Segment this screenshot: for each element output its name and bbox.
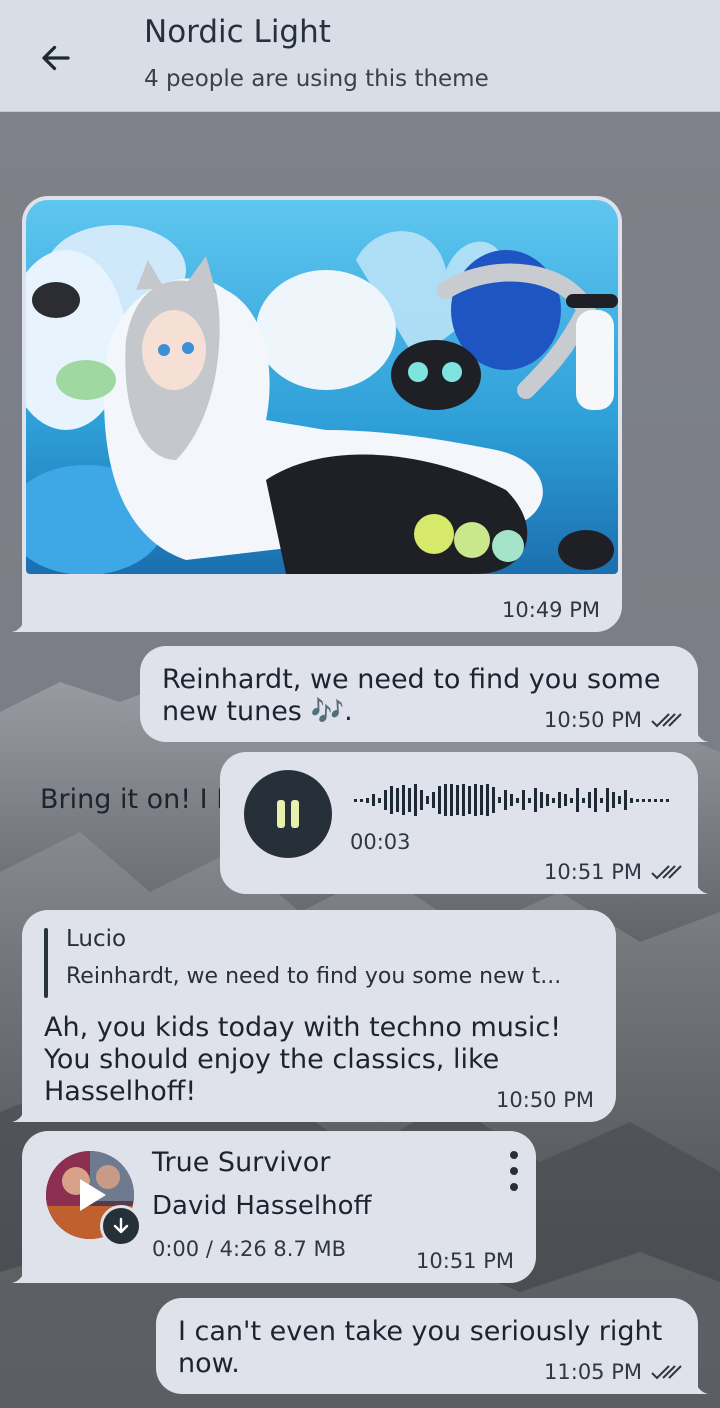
outgoing-text-message[interactable]: Reinhardt, we need to find you some new … xyxy=(140,646,708,742)
bubble-tail xyxy=(12,1108,32,1122)
message-text-line-1: I can't even take you seriously right xyxy=(178,1316,663,1347)
time-label: 10:50 PM xyxy=(496,1088,594,1112)
pause-icon xyxy=(277,800,299,828)
track-artist: David Hasselhoff xyxy=(152,1191,372,1221)
message-text-line-2: now. xyxy=(178,1348,240,1379)
message-text-line-3: Hasselhoff! xyxy=(44,1076,197,1107)
message-time: 11:05 PM xyxy=(544,1360,684,1384)
outgoing-text-message[interactable]: I can't even take you seriously right no… xyxy=(156,1298,708,1394)
double-check-icon xyxy=(651,1365,682,1380)
bubble-tail xyxy=(12,618,32,632)
message-text-line-1: Reinhardt, we need to find you some xyxy=(162,664,661,695)
message-time: 10:49 PM xyxy=(502,598,600,622)
time-label: 10:51 PM xyxy=(416,1249,514,1273)
time-label: 10:49 PM xyxy=(502,598,600,622)
voice-waveform[interactable] xyxy=(354,782,674,818)
double-check-icon xyxy=(651,865,682,880)
reply-quote-bar xyxy=(44,928,48,998)
bubble-tail xyxy=(688,880,708,894)
reply-preview[interactable]: Reinhardt, we need to find you some new … xyxy=(66,964,561,989)
message-time: 10:51 PM xyxy=(544,860,684,884)
theme-title: Nordic Light xyxy=(144,14,331,50)
image-message[interactable]: Bring it on! I LIVE for this! 10:49 PM xyxy=(12,196,622,815)
download-button[interactable] xyxy=(100,1205,142,1247)
time-label: 10:51 PM xyxy=(544,860,642,884)
bubble-tail xyxy=(688,1380,708,1394)
track-title: True Survivor xyxy=(152,1147,331,1178)
double-check-icon xyxy=(651,713,682,728)
message-text-line-2: You should enjoy the classics, like xyxy=(44,1044,500,1075)
message-time: 10:51 PM xyxy=(416,1249,514,1273)
bubble-tail xyxy=(12,1269,32,1283)
theme-usage-count: 4 people are using this theme xyxy=(144,66,489,92)
voice-duration: 00:03 xyxy=(350,830,411,854)
anime-illustration-image[interactable] xyxy=(26,200,618,574)
voice-message[interactable]: 00:03 10:51 PM xyxy=(220,752,708,894)
more-vertical-icon[interactable] xyxy=(506,1151,522,1191)
message-time: 10:50 PM xyxy=(544,708,684,732)
audio-file-message[interactable]: True Survivor David Hasselhoff 0:00 / 4:… xyxy=(12,1131,536,1283)
arrow-left-icon xyxy=(42,45,70,71)
back-button[interactable] xyxy=(28,30,84,86)
message-text-line-2: new tunes 🎶. xyxy=(162,696,353,727)
reply-message[interactable]: Lucio Reinhardt, we need to find you som… xyxy=(12,910,616,1122)
track-progress-size: 0:00 / 4:26 8.7 MB xyxy=(152,1237,347,1261)
time-label: 11:05 PM xyxy=(544,1360,642,1384)
pause-button[interactable] xyxy=(244,770,332,858)
arrow-down-icon xyxy=(113,1217,129,1234)
reply-author[interactable]: Lucio xyxy=(66,926,126,952)
time-label: 10:50 PM xyxy=(544,708,642,732)
message-time: 10:50 PM xyxy=(496,1088,594,1112)
chat-header: Nordic Light 4 people are using this the… xyxy=(0,0,720,112)
bubble-tail xyxy=(688,728,708,742)
message-text-line-1: Ah, you kids today with techno music! xyxy=(44,1012,562,1043)
